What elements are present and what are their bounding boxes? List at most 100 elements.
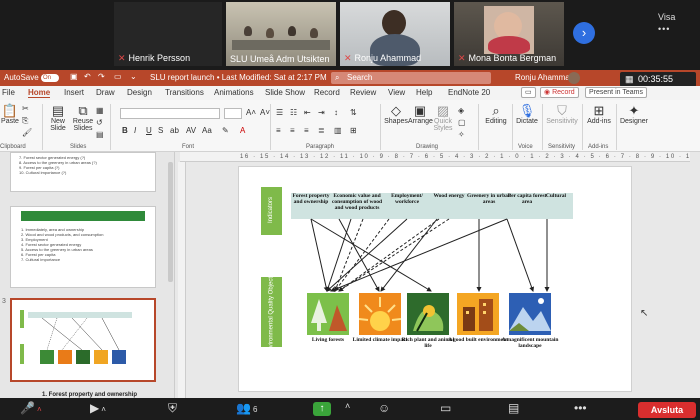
avatar[interactable] (568, 72, 580, 84)
grow-font-icon[interactable]: A˄ (246, 108, 256, 117)
align-left-icon[interactable]: ≡ (276, 126, 281, 135)
shadow-icon[interactable]: ab (170, 126, 179, 135)
paste-button[interactable]: 📋 Paste (0, 104, 20, 126)
objective-mountain-landscape[interactable]: A magnificent mountain landscape (500, 337, 560, 349)
thumbnails-scrollbar[interactable] (168, 162, 173, 282)
justify-icon[interactable]: ≣ (318, 126, 325, 135)
align-center-icon[interactable]: ≡ (290, 126, 295, 135)
layout-icon[interactable]: ▦ (96, 106, 104, 115)
shape-outline-icon[interactable]: ▢ (458, 118, 466, 127)
tab-home[interactable]: Home (28, 88, 51, 98)
tab-endnote[interactable]: EndNote 20 (448, 88, 490, 97)
bold-icon[interactable]: B (122, 126, 128, 135)
shape-fill-icon[interactable]: ◈ (458, 106, 464, 115)
slide-thumbnail-2[interactable]: 1. Immediately, area and ownership 2. Wo… (10, 206, 156, 288)
camera-button[interactable]: ▶ ˄ (90, 401, 106, 415)
line-spacing-icon[interactable]: ↕ (334, 108, 338, 117)
italic-icon[interactable]: I (134, 126, 136, 135)
tab-view[interactable]: View (388, 88, 405, 97)
add-ins-button[interactable]: ⊞ Add-ins (584, 104, 614, 126)
comments-button[interactable]: ▭ (521, 87, 536, 98)
section-icon[interactable]: ▤ (96, 130, 104, 139)
participant-tile-1[interactable]: ✕ Henrik Persson (114, 2, 222, 66)
highlight-icon[interactable]: ✎ (222, 126, 229, 135)
reuse-slides-icon: ⧉ (78, 103, 88, 118)
record-button[interactable]: ◉ Record (540, 87, 579, 98)
tab-file[interactable]: File (2, 88, 15, 97)
columns-icon[interactable]: ▥ (334, 126, 342, 135)
tab-help[interactable]: Help (416, 88, 432, 97)
align-right-icon[interactable]: ≡ (304, 126, 309, 135)
increase-indent-icon[interactable]: ⇥ (318, 108, 325, 117)
slide-canvas[interactable]: Indicators Forest property and ownership… (238, 166, 632, 392)
quick-styles-button[interactable]: ▨ Quick Styles (432, 104, 454, 133)
save-icon[interactable]: ▣ (70, 72, 78, 81)
font-size-select[interactable] (224, 108, 242, 119)
more-options-button[interactable]: ••• (574, 401, 587, 415)
underline-icon[interactable]: U (146, 126, 152, 135)
participant-tile-2[interactable]: SLU Umeå Adm Utsikten (226, 2, 336, 66)
smartart-icon[interactable]: ⊞ (350, 126, 357, 135)
numbering-icon[interactable]: ☷ (290, 108, 297, 117)
objective-living-forests[interactable]: Living forests (298, 337, 358, 343)
cut-icon[interactable]: ✂ (22, 104, 29, 113)
participants-button[interactable]: 👥 6 (236, 401, 257, 415)
tab-record[interactable]: Record (314, 88, 340, 97)
slideshow-icon[interactable]: ▭ (114, 72, 122, 81)
objective-good-built-environment[interactable]: A good built environment (448, 337, 508, 343)
reactions-button[interactable]: ☺ (378, 401, 390, 415)
format-painter-icon[interactable]: 🖌 (22, 128, 32, 137)
participant-tile-3[interactable]: ✕ Ronju Ahammad (340, 2, 450, 66)
text-direction-icon[interactable]: ⇅ (350, 108, 357, 117)
undo-icon[interactable]: ↶ (84, 72, 91, 81)
search-input[interactable]: ⌕ Search (331, 72, 491, 84)
user-name[interactable]: Ronju Ahammad (515, 73, 574, 82)
decrease-indent-icon[interactable]: ⇤ (304, 108, 311, 117)
tab-insert[interactable]: Insert (64, 88, 84, 97)
shield-icon: ⛨ (168, 401, 178, 415)
slide-thumbnail-3-selected[interactable] (10, 298, 156, 382)
security-button[interactable]: ⛨ (168, 401, 177, 416)
customize-icon[interactable]: ⌄ (130, 72, 137, 81)
tab-design[interactable]: Design (127, 88, 152, 97)
change-case-icon[interactable]: Aa (202, 126, 212, 135)
reuse-slides-button[interactable]: ⧉ Reuse Slides (72, 103, 94, 133)
dictate-button[interactable]: 🎙 Dictate (514, 104, 540, 126)
designer-button[interactable]: ✦ Designer (618, 104, 650, 126)
strikethrough-icon[interactable]: S (158, 126, 163, 135)
tab-draw[interactable]: Draw (96, 88, 115, 97)
copy-icon[interactable]: ⎘ (22, 116, 28, 126)
whiteboard-button[interactable]: ▤ (508, 401, 519, 415)
arrange-button[interactable]: ▣ Arrange (408, 104, 433, 126)
apps-button[interactable]: ▭ (440, 401, 451, 415)
font-color-icon[interactable]: A (240, 126, 245, 135)
new-slide-button[interactable]: ▤ New Slide (46, 104, 70, 133)
tab-review[interactable]: Review (350, 88, 376, 97)
tab-animations[interactable]: Animations (214, 88, 254, 97)
autosave-toggle[interactable]: AutoSave On (4, 73, 59, 82)
shrink-font-icon[interactable]: A˅ (260, 108, 270, 117)
mouse-cursor-icon: ↖ (640, 308, 649, 319)
present-in-teams-button[interactable]: Present in Teams (585, 87, 647, 98)
spacing-icon[interactable]: AV (186, 126, 196, 135)
editing-button[interactable]: ⌕ Editing (482, 104, 510, 126)
tab-transitions[interactable]: Transitions (165, 88, 204, 97)
sensitivity-button[interactable]: ⛉ Sensitivity (544, 104, 580, 126)
shape-effects-icon[interactable]: ✧ (458, 130, 465, 139)
mic-off-button[interactable]: 🎤 ˄ (20, 401, 42, 415)
participant-tile-4[interactable]: ✕ Mona Bonta Bergman (454, 2, 564, 66)
next-participants-button[interactable]: › (573, 22, 595, 44)
end-meeting-button[interactable]: Avsluta (638, 402, 696, 418)
reset-icon[interactable]: ↺ (96, 118, 103, 127)
tab-slide-show[interactable]: Slide Show (265, 88, 305, 97)
share-screen-button[interactable]: ↑ (313, 402, 331, 416)
view-menu[interactable]: Visa ••• (658, 12, 675, 34)
autosave-switch[interactable]: On (40, 73, 59, 82)
slide-thumbnail-1[interactable]: 7. Forest sector generated energy (?) 8.… (10, 152, 156, 192)
apps-icon: ▭ (440, 401, 452, 415)
redo-icon[interactable]: ↷ (98, 72, 105, 81)
share-options-button[interactable]: ˄ (345, 401, 350, 411)
shapes-button[interactable]: ◇ Shapes (384, 104, 408, 126)
font-family-select[interactable] (120, 108, 220, 119)
bullets-icon[interactable]: ☰ (276, 108, 283, 117)
